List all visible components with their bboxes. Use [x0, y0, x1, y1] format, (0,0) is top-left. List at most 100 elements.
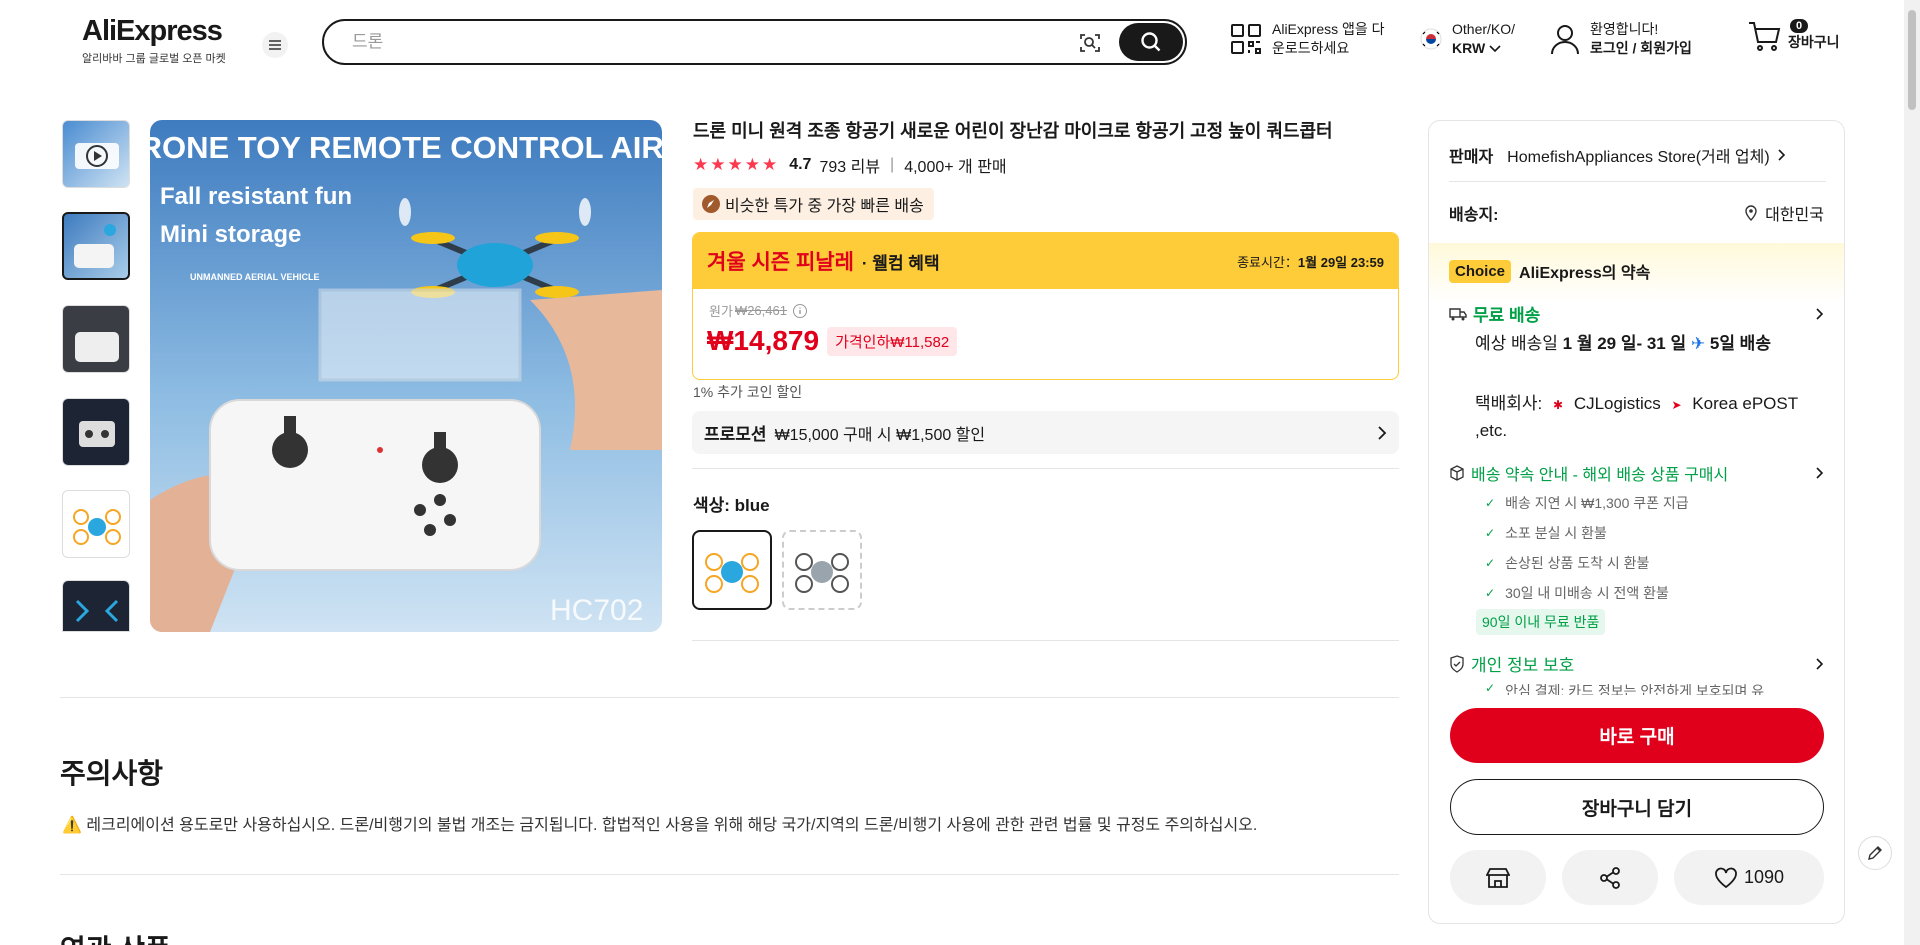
- truck-icon: [1449, 307, 1467, 320]
- search-button[interactable]: [1119, 23, 1183, 61]
- seller-row[interactable]: 판매자 HomefishAppliances Store(거래 업체): [1449, 143, 1824, 167]
- eta-prefix: 예상 배송일: [1475, 334, 1563, 353]
- store-button[interactable]: [1450, 850, 1546, 905]
- wishlist-button[interactable]: 1090: [1674, 850, 1824, 905]
- app-download-line1: AliExpress 앱을 다: [1272, 21, 1385, 37]
- sale-name: 겨울 시즌 피날레: [707, 251, 854, 274]
- rating-row: ★★★★★ 4.7 793 리뷰 | 4,000+ 개 판매: [693, 153, 1007, 177]
- top-header: AliExpress 알리바바 그룹 글로벌 오픈 마켓 AliExpress …: [0, 0, 1920, 84]
- edit-icon[interactable]: [1858, 836, 1892, 870]
- qr-code-icon: [1231, 24, 1261, 54]
- cart-count-badge: 0: [1790, 19, 1809, 33]
- grey-drone-swatch-image: [795, 553, 849, 593]
- discount-badge: 가격인하₩11,582: [827, 326, 958, 356]
- eta-text: 예상 배송일 1 월 29 일- 31 일 ✈ 5일 배송: [1475, 331, 1815, 357]
- free-shipping-row[interactable]: 무료 배송: [1449, 301, 1824, 326]
- thumbnail-4[interactable]: [62, 490, 130, 558]
- scrollbar-thumb[interactable]: [1908, 10, 1916, 110]
- buy-now-button[interactable]: 바로 구매: [1450, 708, 1824, 763]
- color-swatch-blue[interactable]: [692, 530, 772, 610]
- storage-image: [75, 332, 119, 362]
- choice-promise-text: AliExpress의 약속: [1519, 265, 1651, 282]
- wishlist-count: 1090: [1743, 867, 1785, 887]
- image-tag2: Mini storage: [160, 221, 301, 248]
- aliexpress-logo[interactable]: AliExpress 알리바바 그룹 글로벌 오픈 마켓: [82, 16, 242, 66]
- thumbnail-2[interactable]: [62, 305, 130, 373]
- promise-item: ✓ 소포 분실 시 환불: [1485, 523, 1607, 543]
- cj-logo-icon: ✱: [1553, 398, 1564, 412]
- fast-delivery-text: 비슷한 특가 중 가장 빠른 배송: [725, 198, 924, 215]
- promotion-row[interactable]: 프로모션 ₩15,000 구매 시 ₩1,500 할인: [692, 411, 1399, 454]
- user-icon: [1551, 25, 1579, 55]
- carrier-text: 택배회사: ✱ CJLogistics ➤ Korea ePOST ,etc.: [1475, 391, 1815, 444]
- page-scrollbar[interactable]: [1904, 0, 1920, 945]
- privacy-row[interactable]: 개인 정보 보호: [1449, 651, 1824, 676]
- notice-text: 레크리에이션 용도로만 사용하십시오. 드론/비행기의 불법 개조는 금지됩니다…: [86, 817, 1258, 834]
- promise-text: 소포 분실 시 환불: [1505, 525, 1607, 541]
- promise-text: 30일 내 미배송 시 전액 환불: [1505, 585, 1669, 601]
- promise-item: ✓ 배송 지연 시 ₩1,300 쿠폰 지급: [1485, 493, 1689, 513]
- app-download[interactable]: AliExpress 앱을 다 운로드하세요: [1230, 20, 1385, 58]
- related-products-title: 연관 상품: [60, 928, 171, 945]
- notice-title: 주의사항: [60, 758, 164, 789]
- image-tag1: Fall resistant fun: [160, 183, 352, 210]
- price-row: ₩14,879 가격인하₩11,582: [707, 325, 958, 357]
- search-input[interactable]: [352, 31, 1072, 53]
- store-icon: [1486, 867, 1510, 888]
- warning-icon: ⚠️: [62, 817, 82, 834]
- controller-diagram-image: [79, 421, 115, 447]
- plane-icon: ✈: [1690, 334, 1706, 353]
- original-price-row: 원가 ₩26,461: [709, 301, 808, 320]
- chevron-right-icon: [1816, 657, 1824, 670]
- ship-to-label: 배송지:: [1449, 207, 1499, 224]
- thumbnail-5[interactable]: [62, 580, 130, 632]
- eta-dates: 1 월 29 일- 31 일: [1562, 334, 1687, 353]
- delivery-promise-row[interactable]: 배송 약속 안내 - 해외 배송 상품 구매시: [1449, 461, 1824, 485]
- carrier-2: Korea: [1692, 394, 1738, 413]
- promotion-label: 프로모션: [704, 425, 767, 444]
- thumbnail-video[interactable]: [62, 120, 130, 188]
- free-shipping-label: 무료 배송: [1473, 306, 1541, 325]
- login-link[interactable]: 로그인 / 회원가입: [1590, 39, 1692, 58]
- thumbnail-1[interactable]: [62, 212, 130, 280]
- main-product-image[interactable]: MINI DRONE TOY REMOTE CONTROL AIRCRAFT F…: [150, 120, 662, 632]
- chevron-down-icon: [1489, 44, 1501, 52]
- logo-text: AliExpress: [82, 15, 223, 47]
- info-icon[interactable]: [792, 303, 808, 319]
- color-swatch-grey[interactable]: [782, 530, 862, 610]
- epost-logo-icon: ➤: [1671, 398, 1682, 412]
- drone-detail-image: [75, 599, 119, 623]
- original-price-label: 원가: [709, 304, 733, 319]
- image-search-icon[interactable]: [1076, 29, 1104, 57]
- original-price: ₩26,461: [734, 303, 787, 318]
- menu-icon[interactable]: [262, 32, 288, 58]
- promise-item: ✓ 30일 내 미배송 시 전액 환불: [1485, 583, 1669, 603]
- account-menu[interactable]: 환영합니다! 로그인 / 회원가입: [1550, 20, 1692, 58]
- divider: [692, 640, 1399, 641]
- free-return-tag: 90일 이내 무료 반품: [1476, 609, 1606, 635]
- privacy-title: 개인 정보 보호: [1471, 656, 1575, 675]
- image-tag3: UNMANNED AERIAL VEHICLE: [190, 272, 320, 282]
- check-icon: ✓: [1485, 496, 1496, 510]
- blue-drone-image: [73, 509, 121, 545]
- promise-text: 손상된 상품 도착 시 환불: [1505, 555, 1650, 571]
- color-label: 색상: blue: [693, 496, 770, 515]
- logo-subtitle: 알리바바 그룹 글로벌 오픈 마켓: [82, 53, 226, 65]
- sale-end-time: 종료시간：1월 29일 23:59: [1237, 252, 1384, 271]
- carrier-label: 택배회사:: [1475, 394, 1543, 413]
- ship-to-country: 대한민국: [1765, 207, 1824, 224]
- app-download-line2: 운로드하세요: [1272, 40, 1350, 56]
- search-bar: [322, 19, 1187, 65]
- share-icon: [1600, 866, 1620, 889]
- add-to-cart-button[interactable]: 장바구니 담기: [1450, 779, 1824, 835]
- ship-to-row[interactable]: 배송지: 대한민국: [1449, 201, 1824, 225]
- review-count[interactable]: 793 리뷰: [819, 153, 880, 177]
- notice-text-row: ⚠️ 레크리에이션 용도로만 사용하십시오. 드론/비행기의 불법 개조는 금지…: [62, 811, 1257, 835]
- share-button[interactable]: [1562, 850, 1658, 905]
- thumbnail-3[interactable]: [62, 398, 130, 466]
- sale-price: ₩14,879: [707, 325, 820, 356]
- korea-flag-icon: [1420, 28, 1442, 50]
- locale-selector[interactable]: Other/KO/ KRW: [1420, 20, 1515, 58]
- divider: [60, 697, 1399, 698]
- image-headline: MINI DRONE TOY REMOTE CONTROL AIRCRAFT: [150, 130, 662, 165]
